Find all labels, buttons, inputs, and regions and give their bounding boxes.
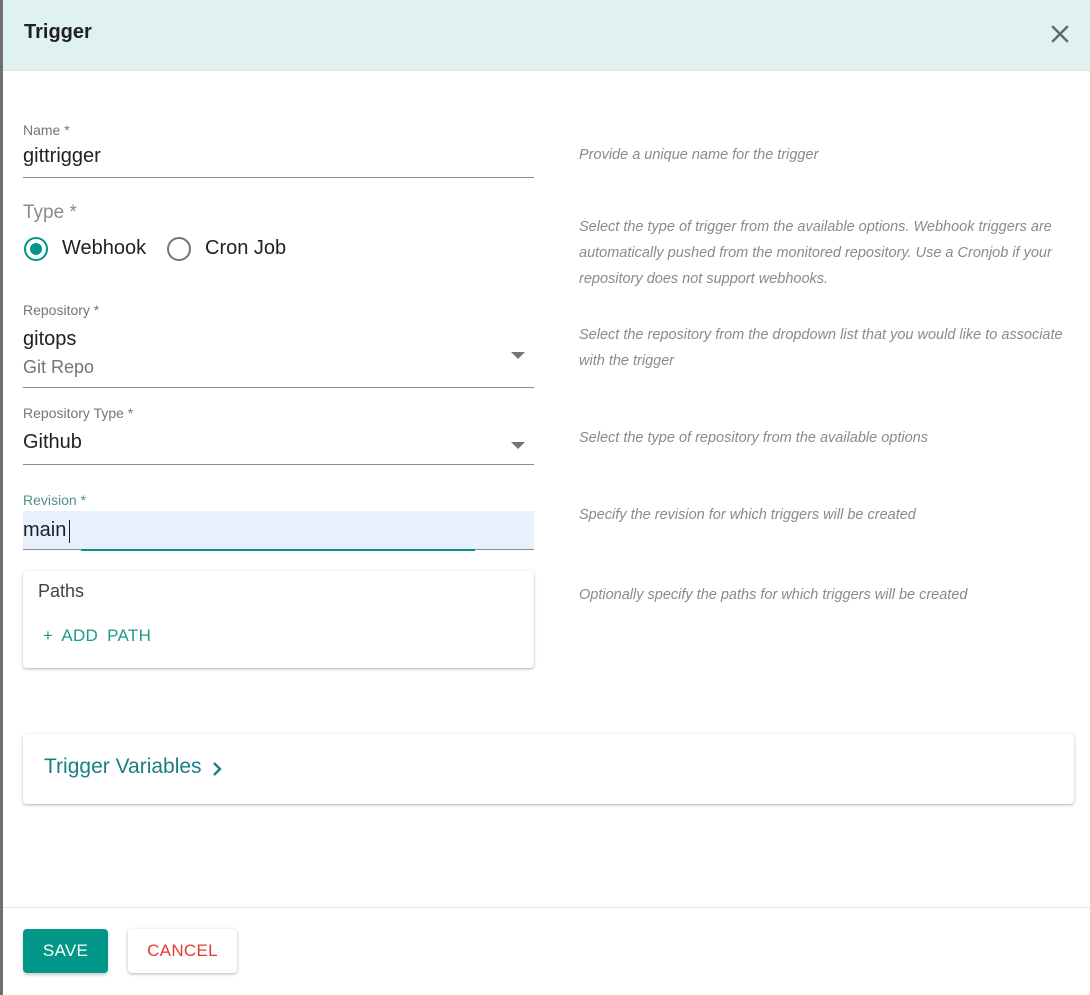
save-button[interactable]: SAVE (23, 929, 108, 973)
type-help: Select the type of trigger from the avai… (579, 219, 1052, 287)
radio-webhook[interactable] (24, 237, 48, 261)
repository-type-label: Repository Type * (23, 405, 134, 421)
paths-title: Paths (38, 581, 85, 601)
add-path-button[interactable]: + ADD PATH (43, 626, 151, 646)
text-caret (69, 520, 70, 543)
repository-subtext: Git Repo (23, 357, 95, 377)
radio-webhook-label[interactable]: Webhook (62, 237, 146, 260)
chevron-down-icon[interactable] (511, 352, 525, 359)
chevron-down-icon[interactable] (511, 442, 525, 449)
type-label: Type * (23, 202, 77, 223)
revision-help: Specify the revision for which triggers … (579, 507, 916, 523)
paths-card: Paths + ADD PATH (23, 571, 534, 668)
paths-help: Optionally specify the paths for which t… (579, 587, 968, 603)
trigger-dialog: Trigger Name * gittrigger Provide a uniq… (3, 0, 1090, 995)
repository-underline (23, 387, 534, 388)
chevron-right-icon[interactable] (211, 761, 223, 777)
repository-label: Repository * (23, 302, 100, 318)
name-label: Name * (23, 122, 70, 138)
close-button[interactable] (1048, 22, 1072, 46)
close-icon (1051, 25, 1069, 43)
trigger-variables-toggle[interactable]: Trigger Variables (44, 755, 202, 779)
name-help: Provide a unique name for the trigger (579, 147, 819, 163)
footer-divider (3, 907, 1090, 908)
repository-help: Select the repository from the dropdown … (579, 327, 1063, 369)
repository-type-select[interactable]: Github (23, 431, 82, 454)
revision-input-bg[interactable] (23, 511, 534, 550)
dialog-header: Trigger (3, 0, 1090, 71)
radio-cron-job-label[interactable]: Cron Job (205, 237, 286, 260)
radio-cron-job[interactable] (167, 237, 191, 261)
repository-type-help: Select the type of repository from the a… (579, 430, 928, 446)
cancel-button[interactable]: CANCEL (128, 929, 237, 973)
dialog-title: Trigger (24, 21, 92, 43)
trigger-variables-card[interactable]: Trigger Variables (23, 734, 1074, 804)
name-underline (23, 177, 534, 178)
revision-label: Revision * (23, 492, 87, 508)
revision-input[interactable]: main (23, 519, 66, 542)
repository-select[interactable]: gitops (23, 328, 76, 351)
name-input[interactable]: gittrigger (23, 145, 101, 168)
repository-type-underline (23, 464, 534, 465)
revision-focus-line (81, 549, 475, 551)
